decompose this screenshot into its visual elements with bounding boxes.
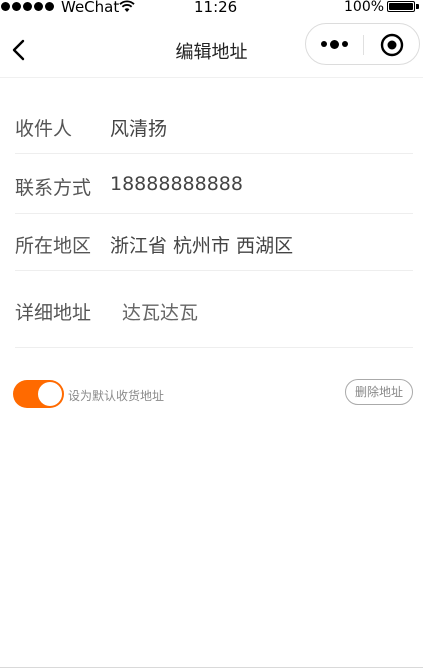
target-circle-icon (380, 33, 404, 57)
status-time: 11:26 (194, 0, 238, 16)
phone-row[interactable]: 联系方式 18888888888 (15, 154, 413, 214)
carrier-name: WeChat (61, 0, 120, 16)
more-dots-icon (321, 41, 327, 47)
more-button[interactable] (306, 24, 363, 64)
phone-label: 联系方式 (15, 177, 92, 199)
region-picker[interactable]: 浙江省 杭州市 西湖区 (110, 231, 293, 258)
detail-address-input[interactable]: 达瓦达瓦 (122, 298, 198, 325)
phone-input[interactable]: 18888888888 (110, 173, 243, 195)
battery-icon (387, 1, 415, 12)
delete-address-button[interactable]: 删除地址 (345, 379, 413, 405)
navigation-bar: 编辑地址 (0, 20, 423, 78)
toggle-knob (38, 382, 62, 406)
miniprogram-capsule (305, 23, 420, 65)
status-bar: WeChat 11:26 100% (0, 0, 423, 16)
detail-address-row[interactable]: 详细地址 达瓦达瓦 (15, 271, 413, 348)
recipient-input[interactable]: 风清扬 (110, 114, 167, 141)
default-address-label: 设为默认收货地址 (68, 389, 165, 403)
detail-address-label: 详细地址 (15, 302, 92, 324)
more-dots-icon-right (342, 41, 348, 47)
recipient-row[interactable]: 收件人 风清扬 (15, 96, 413, 154)
more-dots-icon-center (330, 39, 339, 49)
edit-address-page: WeChat 11:26 100% 编辑地址 收件人 风清扬 联系方式 1888… (0, 0, 423, 669)
close-button[interactable] (364, 24, 420, 64)
wifi-icon (119, 0, 135, 17)
default-address-toggle[interactable] (13, 380, 64, 408)
battery-percent: 100% (344, 0, 385, 15)
recipient-label: 收件人 (15, 118, 73, 140)
region-row[interactable]: 所在地区 浙江省 杭州市 西湖区 (15, 214, 413, 271)
signal-strength-icon (1, 2, 54, 11)
region-label: 所在地区 (15, 235, 92, 257)
battery-cap (416, 4, 419, 9)
bottom-divider (0, 667, 423, 668)
